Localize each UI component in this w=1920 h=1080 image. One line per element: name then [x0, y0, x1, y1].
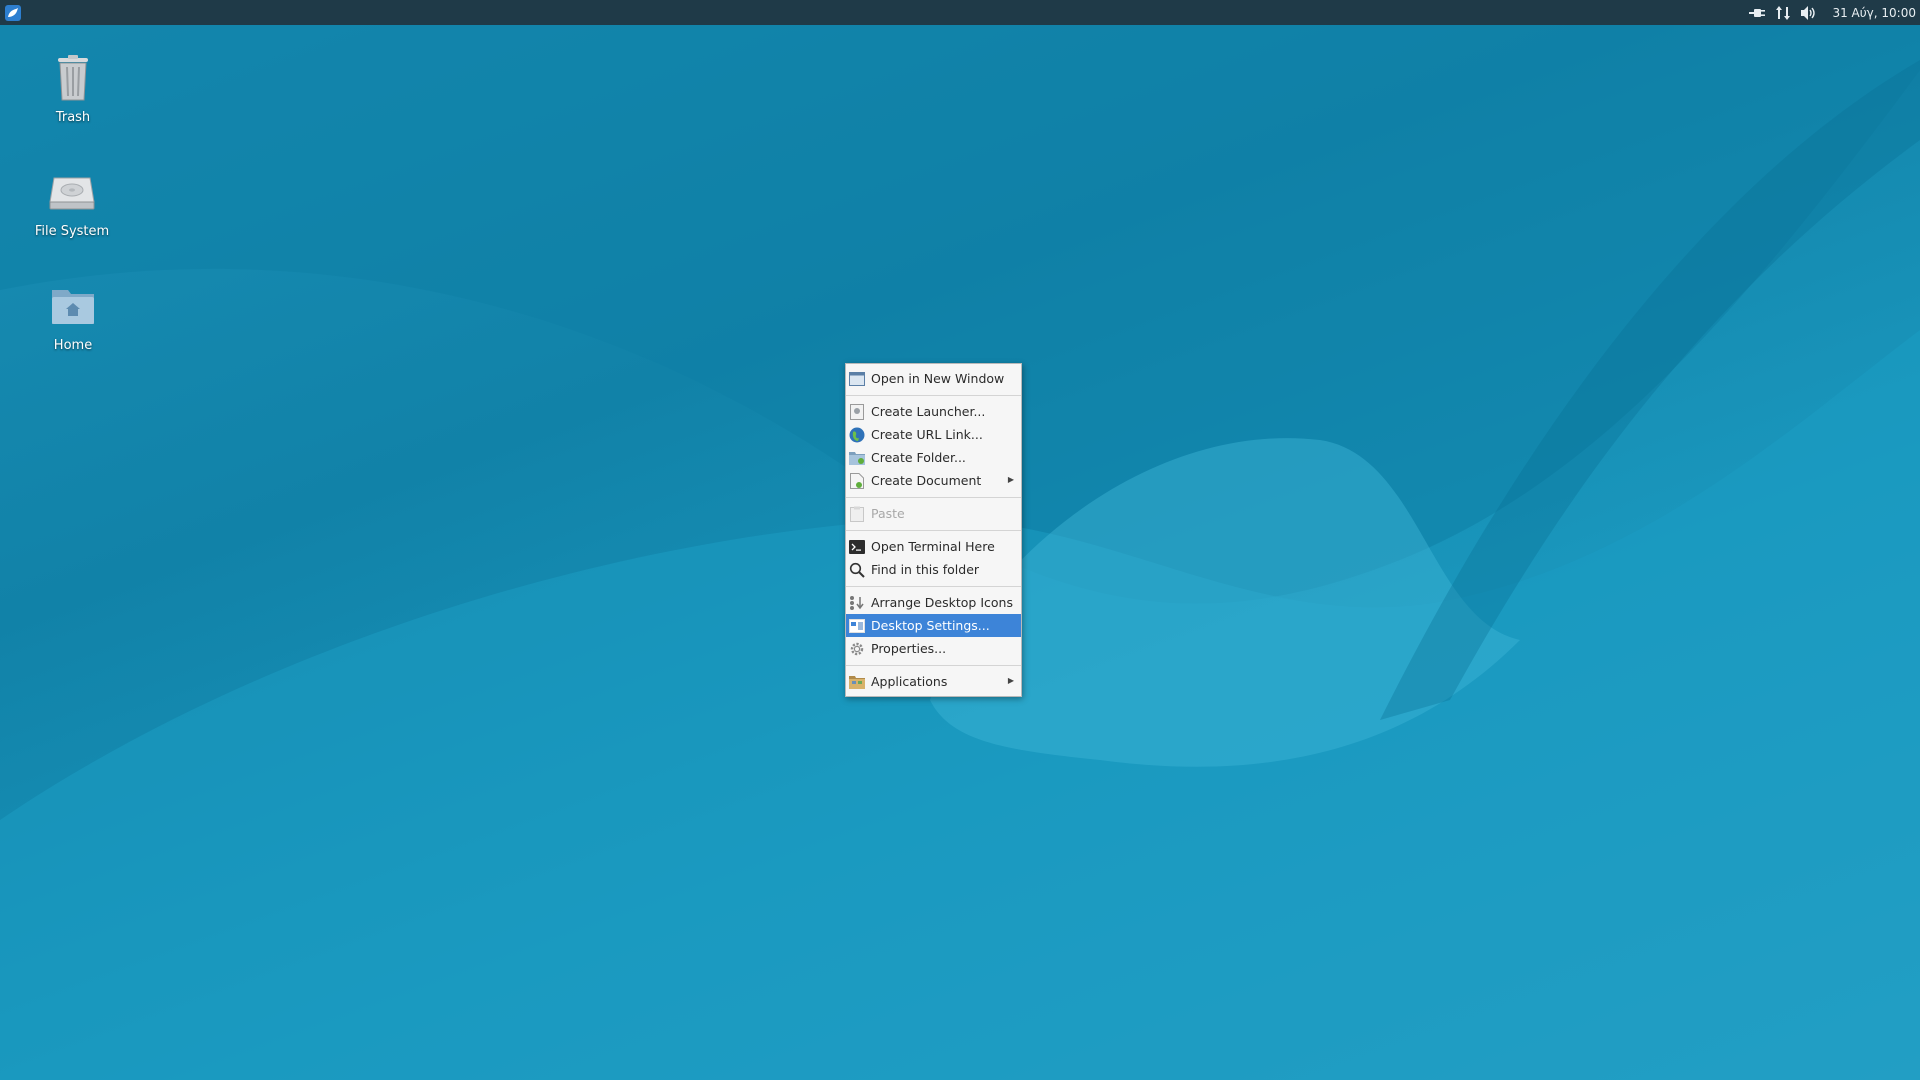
menu-separator [846, 665, 1021, 666]
desktop-icon-home[interactable]: Home [18, 278, 128, 353]
globe-icon [849, 427, 865, 443]
menu-item-paste[interactable]: Paste [846, 502, 1021, 525]
menu-item-label: Open Terminal Here [871, 539, 995, 554]
desktop[interactable]: 31 Αύγ, 10:00 Trash File System Home Ope… [0, 0, 1920, 1080]
applications-icon [849, 674, 865, 690]
menu-item-label: Create Document [871, 473, 982, 488]
top-panel: 31 Αύγ, 10:00 [0, 0, 1920, 25]
search-icon [849, 562, 865, 578]
menu-item-label: Desktop Settings... [871, 618, 990, 633]
menu-item-create-url-link[interactable]: Create URL Link... [846, 423, 1021, 446]
menu-item-label: Applications [871, 674, 948, 689]
trash-icon [45, 50, 101, 106]
folder-new-icon [849, 450, 865, 466]
menu-item-label: Paste [871, 506, 905, 521]
menu-item-create-launcher[interactable]: Create Launcher... [846, 400, 1021, 423]
menu-item-create-document[interactable]: Create Document ▶ [846, 469, 1021, 492]
submenu-arrow-icon: ▶ [1007, 475, 1014, 484]
menu-separator [846, 497, 1021, 498]
menu-item-open-terminal-here[interactable]: Open Terminal Here [846, 535, 1021, 558]
paste-icon [849, 506, 865, 522]
launcher-icon [849, 403, 865, 420]
menu-item-applications[interactable]: Applications ▶ [846, 670, 1021, 693]
menu-item-label: Open in New Window [871, 371, 1005, 386]
terminal-icon [849, 539, 865, 555]
desktop-context-menu: Open in New Window Create Launcher... Cr… [845, 363, 1022, 697]
menu-separator [846, 586, 1021, 587]
menu-item-find-in-this-folder[interactable]: Find in this folder [846, 558, 1021, 581]
menu-item-create-folder[interactable]: Create Folder... [846, 446, 1021, 469]
menu-item-label: Create URL Link... [871, 427, 983, 442]
menu-separator [846, 530, 1021, 531]
network-icon[interactable] [1772, 2, 1794, 24]
document-new-icon [849, 472, 865, 489]
desktop-icon-label: File System [34, 224, 110, 239]
xfce-logo-icon [4, 4, 21, 21]
desktop-icon-file-system[interactable]: File System [17, 164, 127, 239]
desktop-icon-label: Home [53, 338, 93, 353]
menu-item-arrange-desktop-icons[interactable]: Arrange Desktop Icons [846, 591, 1021, 614]
desktop-settings-icon [849, 618, 865, 634]
submenu-arrow-icon: ▶ [1007, 676, 1014, 685]
window-icon [849, 371, 865, 387]
menu-item-label: Create Launcher... [871, 404, 986, 419]
arrange-icon [849, 595, 865, 611]
menu-item-properties[interactable]: Properties... [846, 637, 1021, 660]
menu-item-label: Arrange Desktop Icons [871, 595, 1013, 610]
home-folder-icon [45, 278, 101, 334]
gear-icon [849, 641, 865, 657]
whisker-menu-button[interactable] [0, 0, 25, 25]
menu-item-label: Find in this folder [871, 562, 980, 577]
menu-item-label: Properties... [871, 641, 947, 656]
menu-separator [846, 395, 1021, 396]
system-tray: 31 Αύγ, 10:00 [1744, 0, 1920, 25]
power-plug-icon[interactable] [1746, 2, 1768, 24]
menu-item-label: Create Folder... [871, 450, 966, 465]
drive-icon [44, 164, 100, 220]
clock[interactable]: 31 Αύγ, 10:00 [1832, 6, 1916, 20]
menu-item-open-in-new-window[interactable]: Open in New Window [846, 367, 1021, 390]
volume-icon[interactable] [1798, 2, 1820, 24]
menu-item-desktop-settings[interactable]: Desktop Settings... [846, 614, 1021, 637]
desktop-icon-label: Trash [55, 110, 91, 125]
desktop-icon-trash[interactable]: Trash [18, 50, 128, 125]
